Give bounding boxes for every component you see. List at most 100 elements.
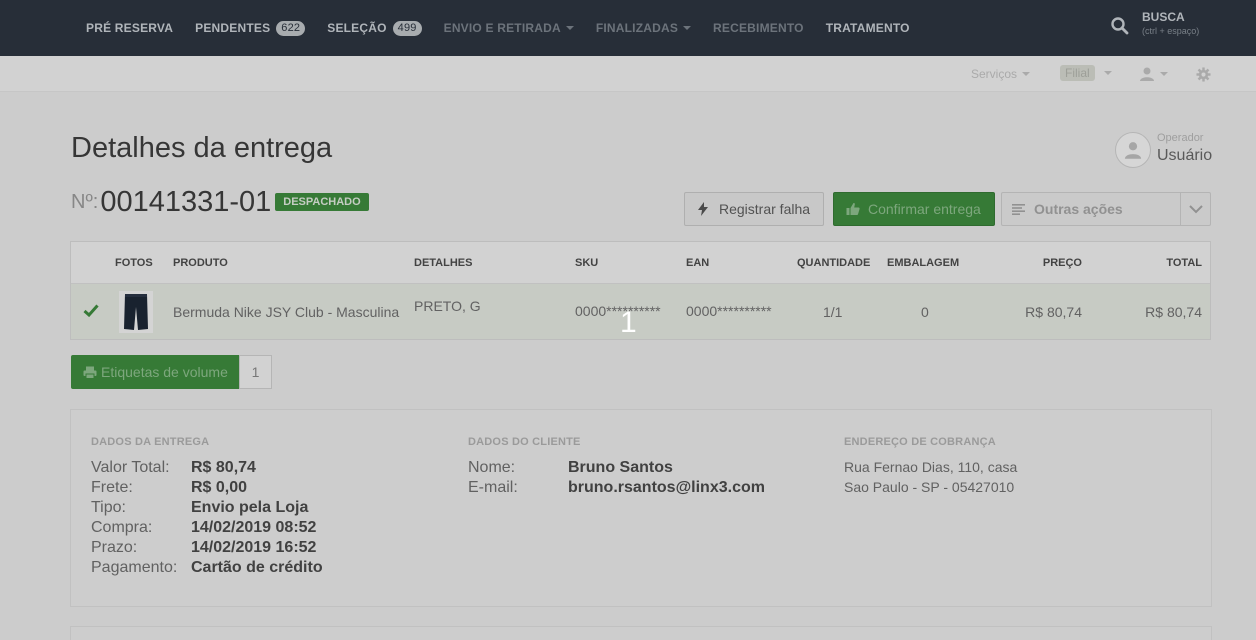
nav-label: TRATAMENTO — [825, 21, 910, 35]
nav-tratamento[interactable]: TRATAMENTO — [818, 21, 918, 35]
filial-label: Filial — [1060, 65, 1095, 81]
customer-name-label: Nome: — [468, 459, 516, 476]
table-row[interactable]: Bermuda Nike JSY Club - Masculina PRETO,… — [71, 284, 1210, 339]
nav-recebimento[interactable]: RECEBIMENTO — [705, 21, 812, 35]
delivery-type-value: Envio pela Loja — [191, 499, 309, 516]
user-menu[interactable] — [1139, 66, 1168, 82]
other-actions-label: Outras ações — [1034, 201, 1123, 217]
delivery-deadline-value: 14/02/2019 16:52 — [191, 539, 317, 556]
delivery-section-title: DADOS DA ENTREGA — [91, 436, 210, 448]
volume-count: 1 — [239, 355, 272, 389]
caret-down-icon — [683, 26, 692, 30]
col-sku: SKU — [575, 257, 599, 269]
nav-label: ENVIO E RETIRADA — [443, 21, 561, 35]
col-price: PREÇO — [1042, 257, 1082, 269]
status-badge: DESPACHADO — [275, 192, 369, 211]
nav-menu: PRÉ RESERVA PENDENTES 622 SELEÇÃO 499 ENVI… — [78, 0, 924, 56]
nav-label: RECEBIMENTO — [713, 21, 804, 35]
settings-button[interactable] — [1196, 67, 1211, 82]
list-icon — [1012, 204, 1025, 215]
delivery-deadline-label: Prazo: — [91, 539, 138, 556]
order-number: Nº: 00141331-01 DESPACHADO — [71, 186, 369, 219]
product-details: PRETO, G — [414, 298, 481, 314]
secondary-panel — [70, 626, 1212, 640]
sub-toolbar: Serviços Filial — [0, 56, 1256, 92]
delivery-purchase-value: 14/02/2019 08:52 — [191, 519, 317, 536]
col-packaging: EMBALAGEM — [887, 257, 960, 269]
nav-label: FINALIZADAS — [595, 21, 679, 35]
billing-address-line1: Rua Fernao Dias, 110, casa — [844, 459, 1018, 475]
register-fail-label: Registrar falha — [719, 201, 811, 217]
customer-email-label: E-mail: — [468, 479, 518, 496]
delivery-payment-label: Pagamento: — [91, 559, 178, 576]
delivery-payment-value: Cartão de crédito — [191, 559, 323, 576]
confirm-delivery-label: Confirmar entrega — [868, 201, 981, 217]
register-fail-button[interactable]: Registrar falha — [684, 192, 824, 226]
col-total: TOTAL — [1166, 257, 1202, 269]
count-badge: 499 — [392, 20, 422, 36]
caret-down-icon — [1103, 71, 1112, 75]
products-table: FOTOS PRODUTO DETALHES SKU EAN QUANTIDAD… — [70, 241, 1211, 340]
table-header: FOTOS PRODUTO DETALHES SKU EAN QUANTIDAD… — [71, 242, 1210, 284]
col-quantity: QUANTIDADE — [797, 257, 871, 269]
confirm-delivery-button[interactable]: Confirmar entrega — [833, 192, 995, 226]
caret-down-icon — [1160, 72, 1168, 76]
nav-label: PRÉ RESERVA — [86, 21, 174, 35]
nav-finalizadas[interactable]: FINALIZADAS — [588, 21, 699, 35]
other-actions-button[interactable]: Outras ações — [1001, 192, 1181, 226]
caret-down-icon — [1022, 72, 1031, 76]
product-ean: 0000********** — [686, 303, 772, 319]
product-price: R$ 80,74 — [1025, 304, 1082, 320]
services-label: Serviços — [971, 67, 1018, 81]
product-photo[interactable] — [119, 291, 153, 333]
product-name: Bermuda Nike JSY Club - Masculina — [173, 304, 400, 320]
print-icon — [83, 366, 97, 379]
info-panel: DADOS DA ENTREGA Valor Total: R$ 80,74 F… — [70, 409, 1212, 607]
avatar — [1115, 132, 1151, 168]
search-button[interactable]: BUSCA (ctrl + espaço) — [1110, 10, 1199, 36]
search-icon — [1111, 17, 1129, 35]
volume-labels-label: Etiquetas de volume — [101, 364, 228, 380]
nav-pendentes[interactable]: PENDENTES 622 — [187, 20, 313, 36]
delivery-type-label: Tipo: — [91, 499, 126, 516]
check-icon — [83, 304, 99, 317]
nav-label: SELEÇÃO — [327, 21, 387, 35]
filial-dropdown[interactable]: Filial — [1060, 65, 1112, 81]
customer-email-value: bruno.rsantos@linx3.com — [568, 479, 765, 496]
delivery-total-value: R$ 80,74 — [191, 459, 256, 476]
services-dropdown[interactable]: Serviços — [971, 67, 1031, 81]
step-marker: 1 — [620, 306, 637, 339]
thumbs-up-icon — [846, 202, 860, 215]
product-packaging: 0 — [921, 304, 929, 320]
search-title: BUSCA — [1142, 10, 1185, 24]
other-actions-toggle[interactable] — [1180, 192, 1211, 226]
nav-pre-reserva[interactable]: PRÉ RESERVA — [78, 21, 181, 35]
col-details: DETALHES — [414, 257, 473, 269]
nav-label: PENDENTES — [195, 21, 271, 35]
gear-icon — [1196, 67, 1211, 82]
order-number-value: 00141331-01 — [100, 186, 272, 218]
col-ean: EAN — [686, 257, 710, 269]
delivery-freight-label: Frete: — [91, 479, 133, 496]
volume-labels-button[interactable]: Etiquetas de volume — [71, 355, 239, 389]
operator-label: Operador — [1157, 132, 1204, 144]
customer-section-title: DADOS DO CLIENTE — [468, 436, 581, 448]
caret-down-icon — [565, 26, 574, 30]
nav-envio-retirada[interactable]: ENVIO E RETIRADA — [436, 21, 582, 35]
count-badge: 622 — [276, 20, 306, 36]
nav-selecao[interactable]: SELEÇÃO 499 — [319, 20, 429, 36]
chevron-down-icon — [1188, 204, 1203, 213]
delivery-freight-value: R$ 0,00 — [191, 479, 248, 496]
col-product: PRODUTO — [173, 257, 228, 269]
product-sku: 0000********** — [575, 303, 661, 319]
billing-address-line2: Sao Paulo - SP - 05427010 — [844, 479, 1015, 495]
order-number-label: Nº: — [71, 191, 99, 213]
shorts-image — [124, 294, 148, 330]
user-icon — [1140, 67, 1154, 81]
delivery-total-label: Valor Total: — [91, 459, 170, 476]
product-quantity: 1/1 — [823, 304, 843, 320]
customer-name-value: Bruno Santos — [568, 459, 673, 476]
product-total: R$ 80,74 — [1145, 304, 1202, 320]
operator-info: Operador Usuário — [1115, 132, 1212, 168]
operator-name: Usuário — [1157, 147, 1213, 164]
